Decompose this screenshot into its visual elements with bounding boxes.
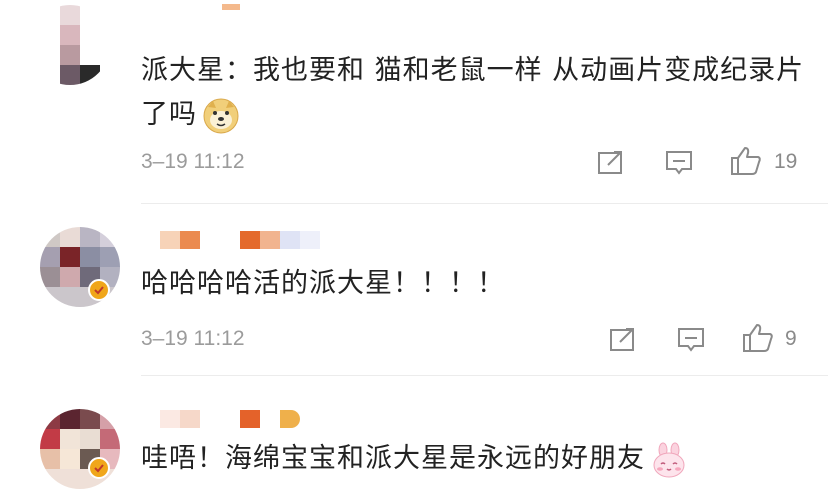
comment-item: 派大星：我也要和 猫和老鼠一样 从动画片变成纪录片了吗 3–19 11:12 1… [0,0,828,205]
username-mosaic[interactable] [160,231,320,249]
comment-text: 哈哈哈哈活的派大星！！！！ [141,268,505,299]
avatar[interactable] [30,5,110,85]
comment-text-content: 派大星：我也要和 猫和老鼠一样 从动画片变成纪录片了吗 [141,55,805,130]
comment-time: 3–19 11:12 [141,327,245,350]
divider [141,203,828,204]
like-icon[interactable] [730,146,762,180]
comment-item: 哇唔！海绵宝宝和派大星是永远的好朋友 [0,395,828,495]
share-icon[interactable] [609,326,637,356]
username-mosaic[interactable] [160,410,300,428]
comment-item: 哈哈哈哈活的派大星！！！！ 3–19 11:12 9 [0,205,828,395]
comment-icon[interactable] [677,326,705,358]
comment-text-content: 哇唔！海绵宝宝和派大星是永远的好朋友 [141,443,645,474]
comment-text: 派大星：我也要和 猫和老鼠一样 从动画片变成纪录片了吗 [141,49,813,137]
pink-bunny-emoji [651,442,687,478]
verified-icon [88,457,110,479]
avatar[interactable] [40,409,120,489]
username-mosaic[interactable] [222,4,240,10]
doge-emoji [203,98,239,134]
comment-time: 3–19 11:12 [141,150,245,173]
verified-icon [88,279,110,301]
like-count: 19 [774,150,798,173]
comment-icon[interactable] [665,149,693,181]
like-count: 9 [785,327,797,350]
like-icon[interactable] [742,323,774,357]
share-icon[interactable] [597,149,625,179]
divider [141,375,828,376]
comment-text: 哇唔！海绵宝宝和派大星是永远的好朋友 [141,437,813,481]
